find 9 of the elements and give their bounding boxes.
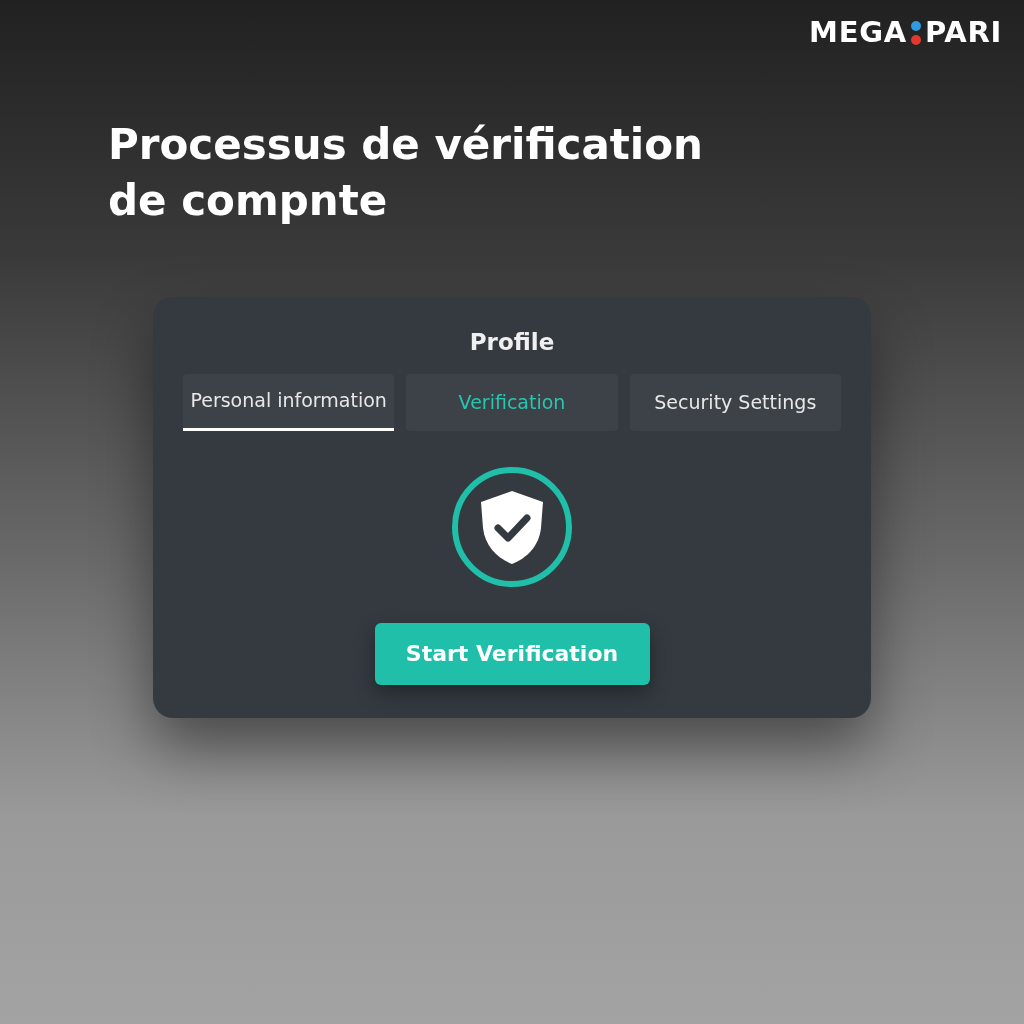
tab[interactable]: Security Settings — [629, 373, 841, 431]
headline: Processus de vérification de compnte — [108, 119, 704, 227]
card-title: Profile — [469, 328, 555, 357]
tab[interactable]: Personal information — [183, 373, 395, 431]
logo-text: MEGA — [809, 18, 907, 47]
shield-check-icon — [452, 466, 572, 587]
dots-icon — [909, 18, 922, 47]
logo-text: PARI — [924, 18, 1002, 47]
tab[interactable]: Verification — [406, 373, 618, 431]
